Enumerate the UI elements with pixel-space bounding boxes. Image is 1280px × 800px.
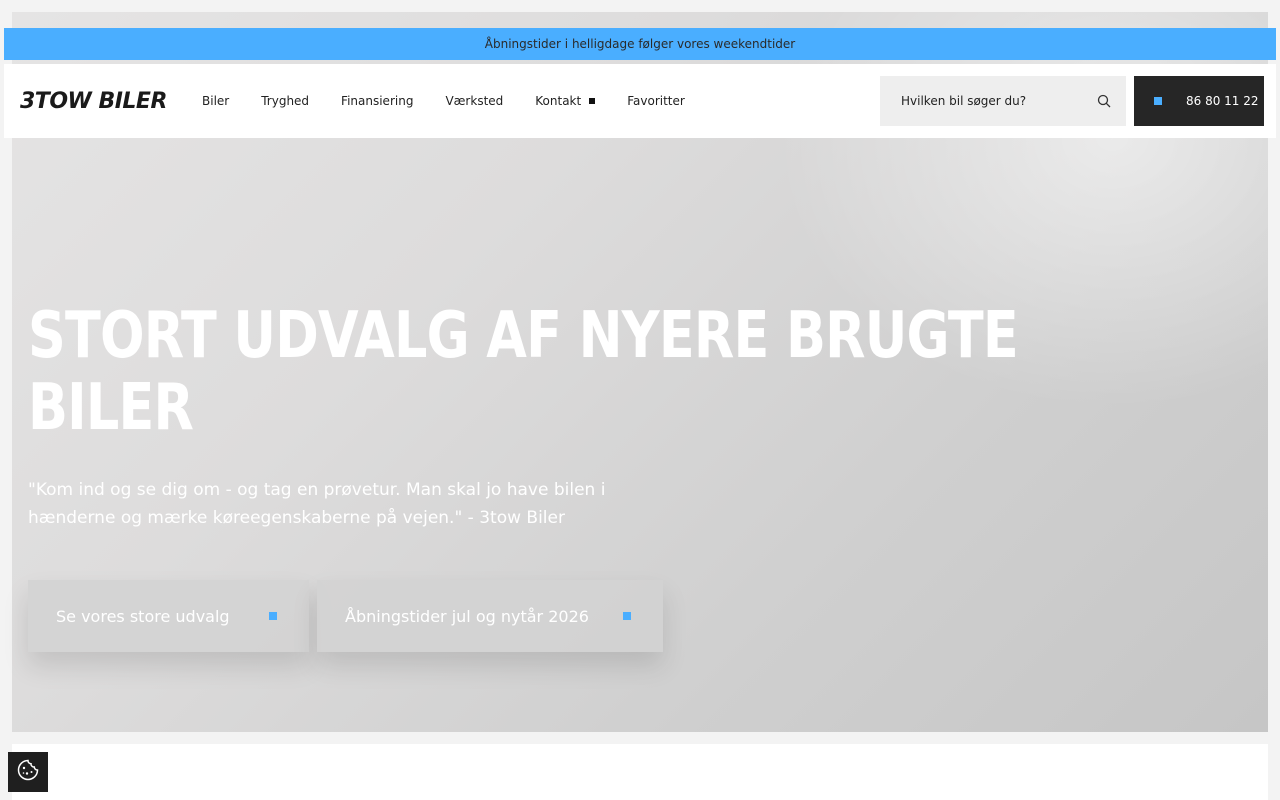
browse-cars-button[interactable]: Se vores store udvalg bbox=[28, 580, 309, 652]
nav-item-label: Kontakt bbox=[535, 94, 582, 108]
phone-button[interactable]: 86 80 11 22 bbox=[1134, 76, 1264, 126]
dropdown-indicator-icon bbox=[589, 98, 596, 104]
search-icon[interactable] bbox=[1096, 93, 1112, 109]
nav-item-vaerksted[interactable]: Værksted bbox=[445, 94, 503, 108]
nav-item-label: Tryghed bbox=[261, 94, 310, 108]
announcement-text: Åbningstider i helligdage følger vores w… bbox=[484, 37, 796, 51]
nav-item-finansiering[interactable]: Finansiering bbox=[341, 94, 413, 108]
nav-item-label: Værksted bbox=[445, 94, 504, 108]
site-header: 3TOW BILER Biler Tryghed Finansiering Væ… bbox=[4, 64, 1276, 138]
hero-title: STORT UDVALG AF NYERE BRUGTE BILER bbox=[28, 299, 1019, 445]
nav-item-biler[interactable]: Biler bbox=[202, 94, 229, 108]
main-nav: Biler Tryghed Finansiering Værksted Kont… bbox=[202, 64, 717, 138]
button-label: Åbningstider jul og nytår 2026 bbox=[345, 606, 589, 626]
holiday-hours-button[interactable]: Åbningstider jul og nytår 2026 bbox=[317, 580, 663, 652]
search-box bbox=[880, 76, 1126, 126]
cookie-icon bbox=[16, 758, 40, 786]
phone-icon bbox=[1154, 97, 1162, 105]
cookie-settings-button[interactable] bbox=[8, 752, 48, 792]
hero-quote: "Kom ind og se dig om - og tag en prøvet… bbox=[28, 480, 606, 528]
arrow-square-icon bbox=[623, 612, 631, 620]
nav-item-label: Biler bbox=[202, 94, 230, 108]
search-input[interactable] bbox=[901, 94, 1096, 108]
nav-item-kontakt[interactable]: Kontakt bbox=[535, 94, 596, 108]
nav-item-favoritter[interactable]: Favoritter bbox=[627, 94, 685, 108]
phone-number: 86 80 11 22 bbox=[1186, 94, 1259, 108]
nav-item-label: Favoritter bbox=[627, 94, 685, 108]
nav-item-tryghed[interactable]: Tryghed bbox=[261, 94, 309, 108]
nav-item-label: Finansiering bbox=[341, 94, 414, 108]
content-section bbox=[12, 744, 1268, 800]
announcement-bar: Åbningstider i helligdage følger vores w… bbox=[4, 28, 1276, 60]
arrow-square-icon bbox=[269, 612, 277, 620]
site-logo[interactable]: 3TOW BILER bbox=[20, 88, 167, 114]
button-label: Se vores store udvalg bbox=[56, 606, 230, 626]
